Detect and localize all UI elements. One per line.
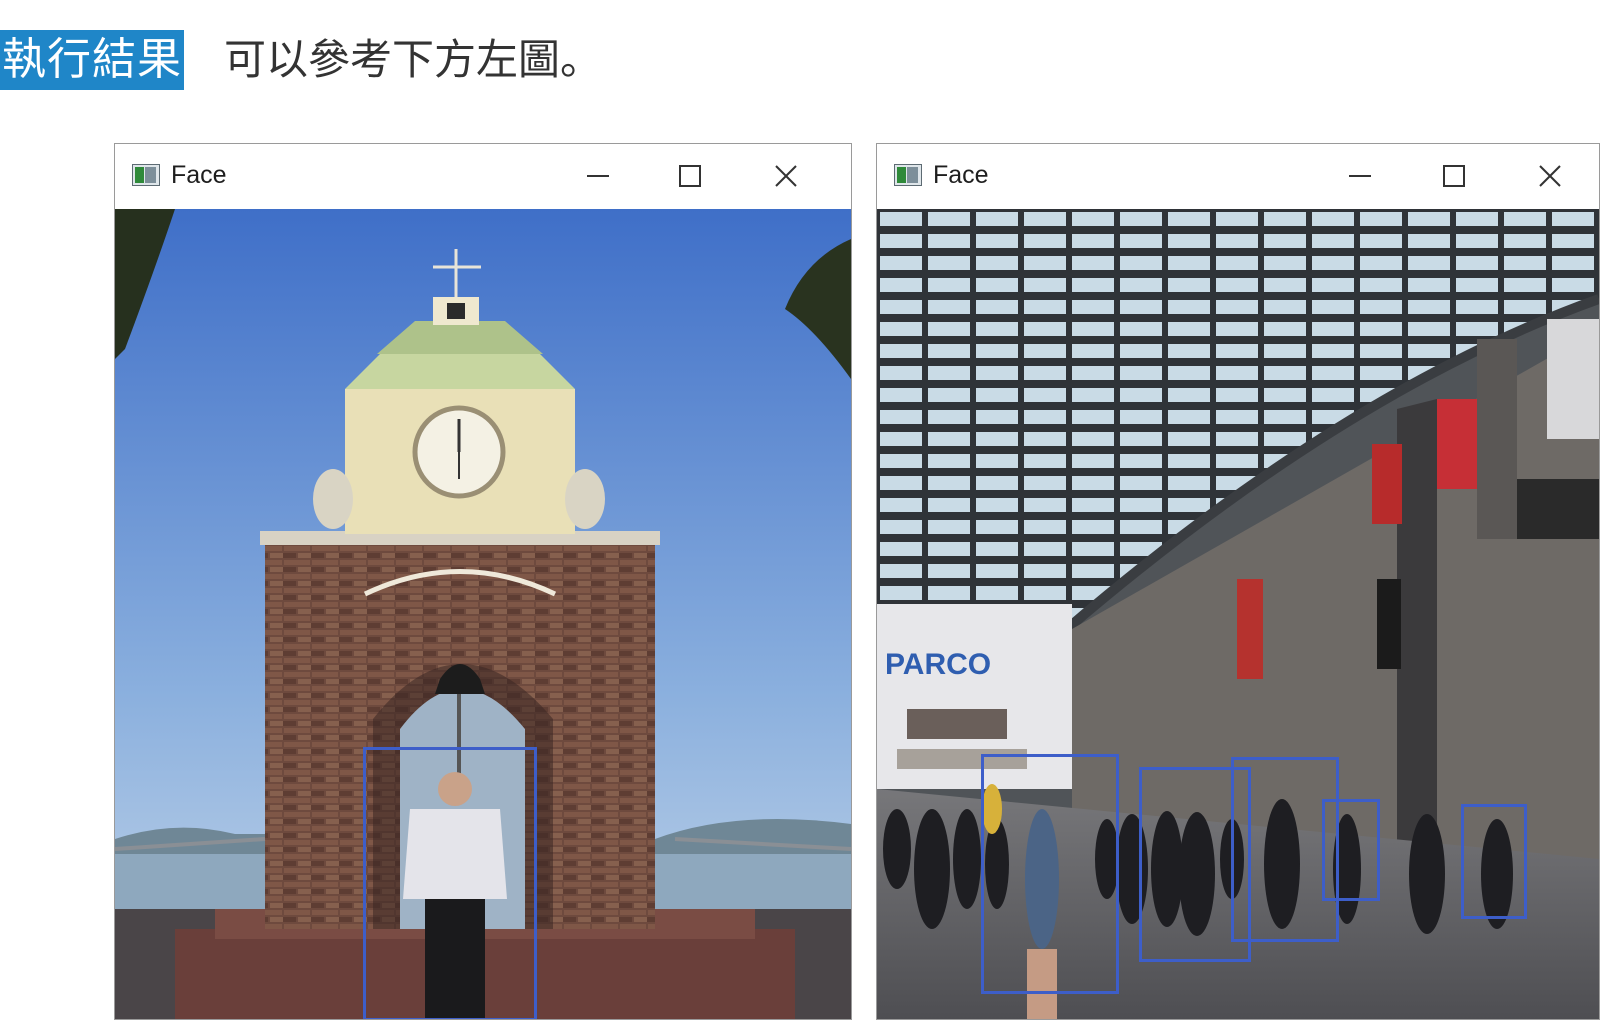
- result-caption: 可以參考下方左圖。: [224, 35, 603, 84]
- detection-box: [363, 747, 537, 1019]
- minimize-button[interactable]: [1337, 156, 1383, 196]
- window-titlebar[interactable]: Face: [877, 144, 1599, 209]
- detection-box: [1322, 799, 1380, 901]
- maximize-button[interactable]: [1431, 156, 1477, 196]
- face-window-right: Face PARCO: [876, 143, 1600, 1020]
- close-icon: [775, 165, 797, 187]
- maximize-button[interactable]: [667, 156, 713, 196]
- window-titlebar[interactable]: Face: [115, 144, 851, 209]
- opencv-window-icon: [132, 164, 160, 186]
- close-button[interactable]: [763, 156, 809, 196]
- detection-box: [1461, 804, 1527, 919]
- detection-box: [981, 754, 1119, 994]
- maximize-icon: [679, 165, 701, 187]
- close-button[interactable]: [1527, 156, 1573, 196]
- image-canvas: PARCO: [877, 209, 1599, 1019]
- maximize-icon: [1443, 165, 1465, 187]
- face-window-left: Face: [114, 143, 852, 1020]
- parco-sign: PARCO: [885, 648, 991, 681]
- window-title: Face: [171, 161, 227, 189]
- window-title: Face: [933, 161, 989, 189]
- close-icon: [1539, 165, 1561, 187]
- minimize-button[interactable]: [575, 156, 621, 196]
- opencv-window-icon: [894, 164, 922, 186]
- image-canvas: [115, 209, 851, 1019]
- minimize-icon: [587, 175, 609, 177]
- minimize-icon: [1349, 175, 1371, 177]
- result-heading-tag: 執行結果: [0, 30, 184, 90]
